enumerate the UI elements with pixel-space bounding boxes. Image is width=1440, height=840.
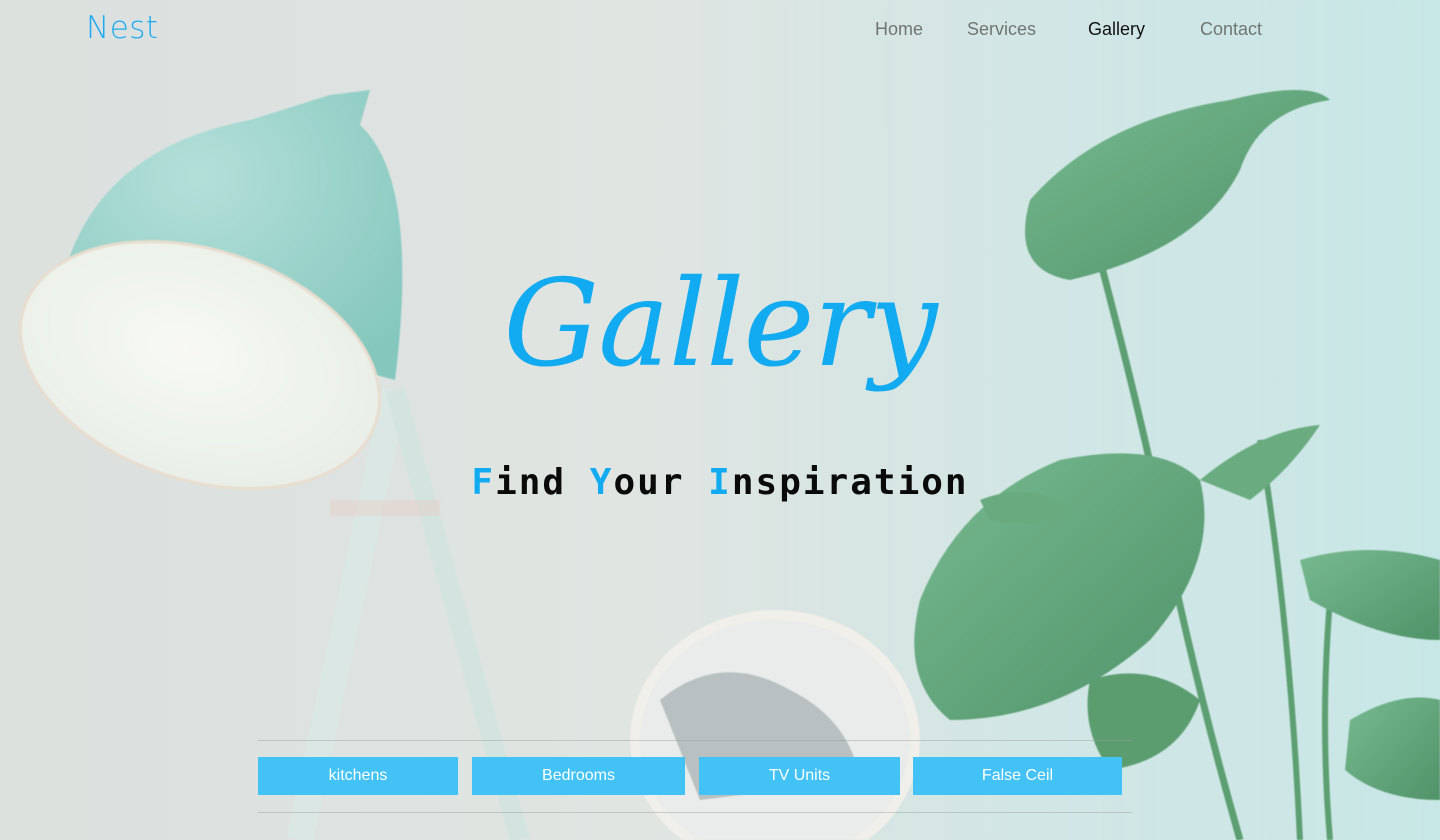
- nav-link-contact[interactable]: Contact: [1200, 19, 1262, 40]
- background-overlay: [0, 0, 1440, 840]
- hero-section: Nest Home Services Gallery Contact Galle…: [0, 0, 1440, 840]
- page-title: Gallery: [503, 255, 937, 394]
- subtitle-initial-f: F: [471, 462, 496, 503]
- nav-link-gallery[interactable]: Gallery: [1088, 19, 1145, 40]
- filter-button-tv-units[interactable]: TV Units: [699, 757, 900, 795]
- subtitle-initial-i: I: [708, 462, 732, 503]
- nav-link-home[interactable]: Home: [875, 19, 923, 40]
- filter-button-bedrooms[interactable]: Bedrooms: [472, 757, 685, 795]
- filter-button-kitchens[interactable]: kitchens: [258, 757, 458, 795]
- page-subtitle: Find Your Inspiration: [0, 462, 1440, 503]
- subtitle-initial-y: Y: [589, 462, 614, 503]
- subtitle-word-your: our: [613, 462, 709, 503]
- nav-link-services[interactable]: Services: [967, 19, 1036, 40]
- subtitle-word-find: ind: [495, 462, 590, 503]
- gallery-filter-bar: kitchens Bedrooms TV Units False Ceil: [258, 740, 1132, 813]
- navbar: Nest Home Services Gallery Contact: [0, 0, 1440, 60]
- subtitle-word-inspiration: nspiration: [731, 462, 969, 503]
- filter-button-false-ceil[interactable]: False Ceil: [913, 757, 1122, 795]
- nav-menu: Home Services Gallery Contact: [0, 19, 1440, 43]
